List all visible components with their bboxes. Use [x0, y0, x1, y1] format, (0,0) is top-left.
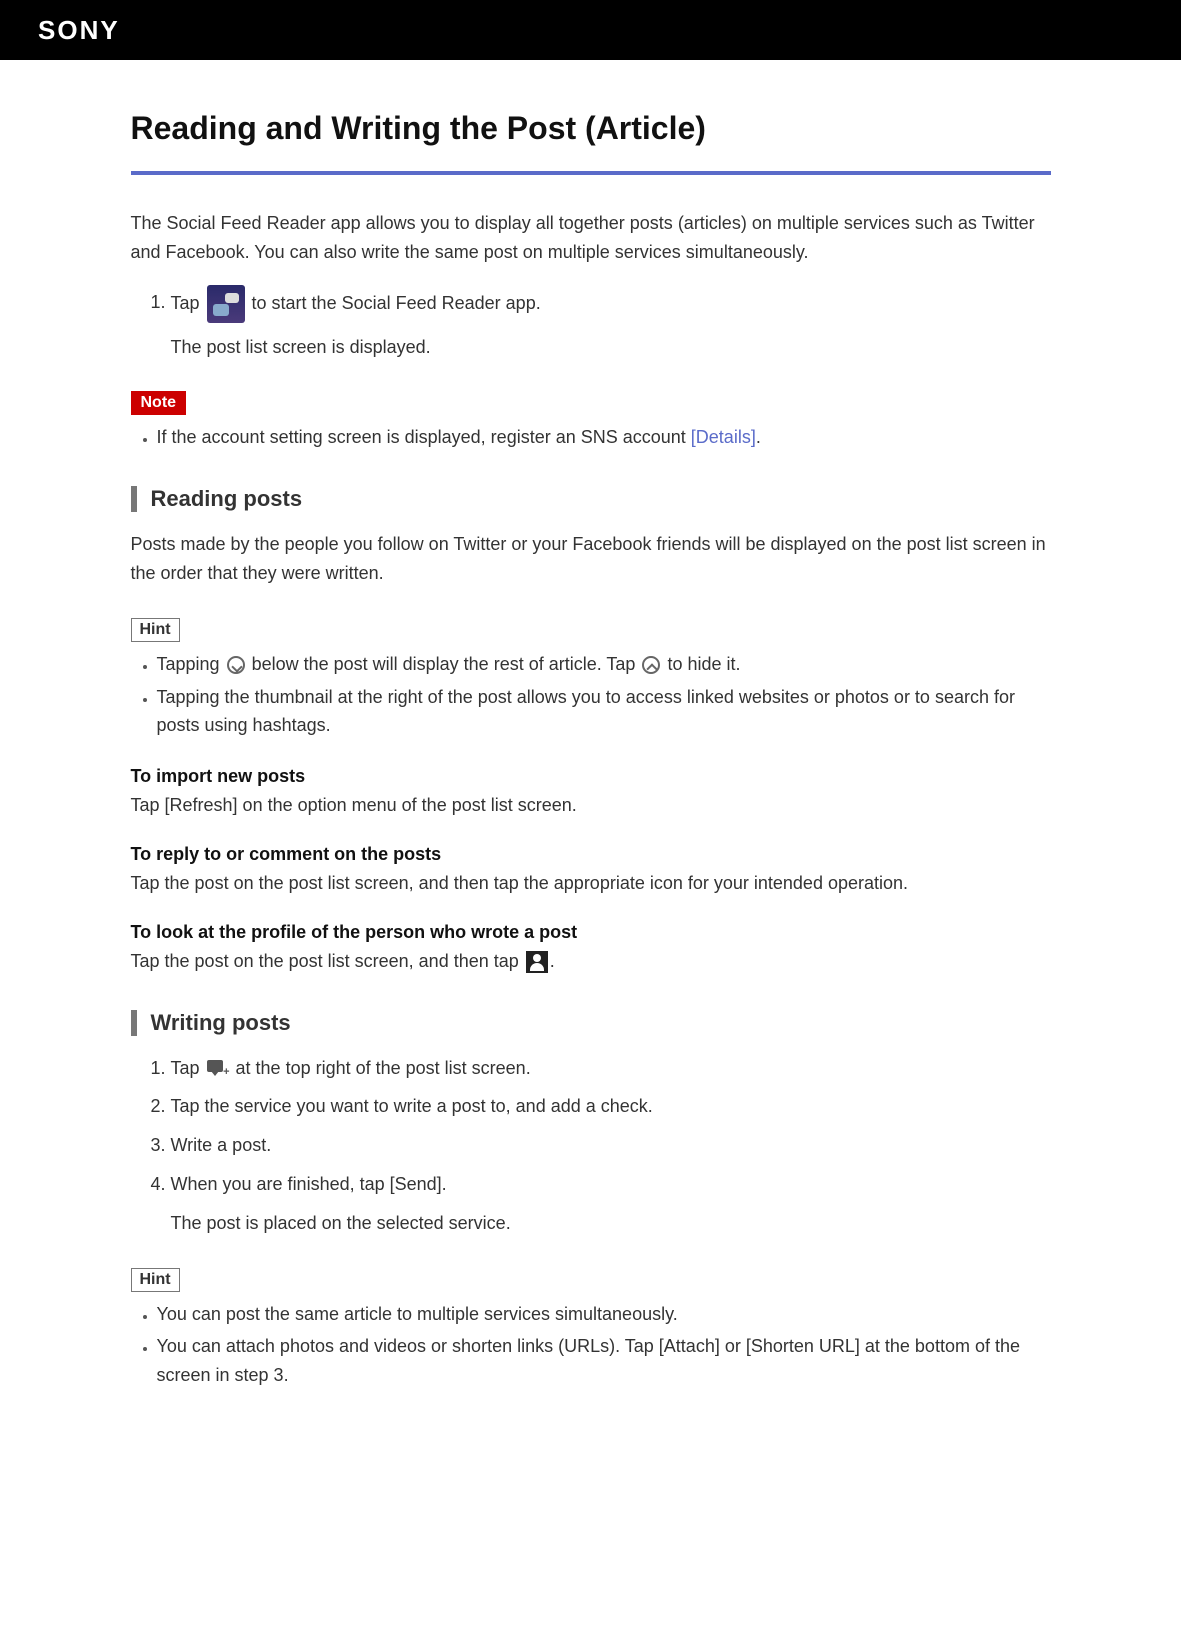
note-item: If the account setting screen is display…: [157, 423, 1051, 452]
writing-step-4: When you are finished, tap [Send]. The p…: [171, 1170, 1051, 1238]
intro-paragraph: The Social Feed Reader app allows you to…: [131, 209, 1051, 267]
profile-para: Tap the post on the post list screen, an…: [131, 947, 1051, 976]
note-label: Note: [131, 391, 187, 415]
reply-para: Tap the post on the post list screen, an…: [131, 869, 1051, 898]
writing-step-1: Tap at the top right of the post list sc…: [171, 1054, 1051, 1083]
compose-post-icon: [207, 1060, 229, 1078]
note-item-pre: If the account setting screen is display…: [157, 427, 691, 447]
details-link[interactable]: [Details]: [691, 427, 756, 447]
import-heading: To import new posts: [131, 766, 1051, 787]
hint1-b: below the post will display the rest of …: [247, 654, 641, 674]
hint-label-writing: Hint: [131, 1268, 180, 1292]
profile-para-post: .: [550, 951, 555, 971]
wstep1-pre: Tap: [171, 1058, 205, 1078]
main-container: Reading and Writing the Post (Article) T…: [131, 60, 1051, 1456]
profile-para-pre: Tap the post on the post list screen, an…: [131, 951, 524, 971]
reading-posts-heading: Reading posts: [131, 486, 1051, 512]
expand-down-icon: [227, 656, 245, 674]
import-para: Tap [Refresh] on the option menu of the …: [131, 791, 1051, 820]
writing-hint-1: You can post the same article to multipl…: [157, 1300, 1051, 1329]
note-item-post: .: [756, 427, 761, 447]
social-feed-app-icon: [207, 285, 245, 323]
note-list: If the account setting screen is display…: [131, 423, 1051, 452]
reading-posts-para: Posts made by the people you follow on T…: [131, 530, 1051, 588]
writing-step-3: Write a post.: [171, 1131, 1051, 1160]
header-bar: SONY: [0, 0, 1181, 60]
reply-heading: To reply to or comment on the posts: [131, 844, 1051, 865]
page-title: Reading and Writing the Post (Article): [131, 110, 1051, 147]
writing-hint-list: You can post the same article to multipl…: [131, 1300, 1051, 1390]
writing-hint-2: You can attach photos and videos or shor…: [157, 1332, 1051, 1390]
step1-text-post: to start the Social Feed Reader app.: [247, 292, 541, 312]
wstep4-b: The post is placed on the selected servi…: [171, 1209, 1051, 1238]
writing-steps: Tap at the top right of the post list sc…: [131, 1054, 1051, 1238]
step1-subtext: The post list screen is displayed.: [171, 333, 1051, 362]
reading-hint-list: Tapping below the post will display the …: [131, 650, 1051, 740]
profile-heading: To look at the profile of the person who…: [131, 922, 1051, 943]
writing-posts-heading: Writing posts: [131, 1010, 1051, 1036]
wstep4-a: When you are finished, tap [Send].: [171, 1174, 447, 1194]
wstep1-post: at the top right of the post list screen…: [231, 1058, 531, 1078]
intro-steps: Tap to start the Social Feed Reader app.…: [131, 285, 1051, 362]
reading-hint-1: Tapping below the post will display the …: [157, 650, 1051, 679]
reading-hint-2: Tapping the thumbnail at the right of th…: [157, 683, 1051, 741]
title-divider: [131, 171, 1051, 175]
hint-label-reading: Hint: [131, 618, 180, 642]
intro-step-1: Tap to start the Social Feed Reader app.…: [171, 285, 1051, 362]
step1-text-pre: Tap: [171, 292, 205, 312]
hint1-a: Tapping: [157, 654, 225, 674]
writing-step-2: Tap the service you want to write a post…: [171, 1092, 1051, 1121]
collapse-up-icon: [642, 656, 660, 674]
profile-icon: [526, 951, 548, 973]
hint1-c: to hide it.: [662, 654, 740, 674]
sony-logo: SONY: [38, 15, 120, 46]
